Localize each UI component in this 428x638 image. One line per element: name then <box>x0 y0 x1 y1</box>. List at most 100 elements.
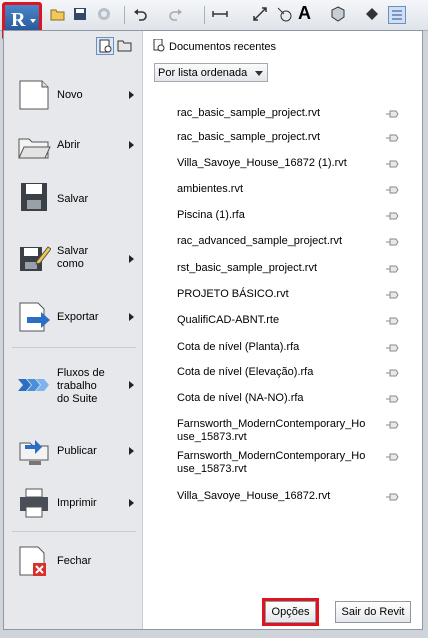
recent-file-name: rac_basic_sample_project.rvt <box>177 131 321 143</box>
text-icon[interactable]: A <box>298 3 311 23</box>
menu-item-print[interactable]: Imprimir <box>4 483 142 525</box>
spot-elevation-icon[interactable] <box>276 6 292 22</box>
revit-logo-icon: R <box>11 9 26 31</box>
menu-item-save[interactable]: Salvar <box>4 179 142 219</box>
pin-icon[interactable] <box>385 290 399 300</box>
document-clock-icon <box>153 38 165 52</box>
sort-order-value: Por lista ordenada <box>158 67 248 79</box>
recent-documents-icon[interactable] <box>96 37 114 55</box>
sort-order-select[interactable]: Por lista ordenada <box>154 63 268 82</box>
recent-documents-panel: Documentos recentes Por lista ordenada r… <box>143 31 422 629</box>
menu-item-new[interactable]: Novo <box>4 75 142 115</box>
pin-icon[interactable] <box>385 159 399 169</box>
menu-item-close[interactable]: Fechar <box>4 541 142 583</box>
pin-icon[interactable] <box>385 420 399 430</box>
submenu-arrow-icon <box>129 381 134 389</box>
recent-file-name: ambientes.rvt <box>177 183 244 195</box>
menu-label-export: Exportar <box>57 311 99 323</box>
menu-label-suite-line3: do Suite <box>57 393 98 405</box>
save-icon[interactable] <box>72 6 88 22</box>
menu-item-suite-workflows[interactable]: Fluxos de trabalho do Suite <box>4 361 142 409</box>
recent-file-name: rac_basic_sample_project.rvt <box>177 107 321 119</box>
menu-item-export[interactable]: Exportar <box>4 297 142 337</box>
menu-label-save: Salvar <box>57 193 89 205</box>
publish-icon <box>19 440 49 465</box>
dropdown-arrow-icon <box>30 19 36 23</box>
pin-icon[interactable] <box>385 492 399 502</box>
recent-file-name: Cota de nível (NA-NO).rfa <box>177 392 304 404</box>
menu-label-publish: Publicar <box>57 445 97 457</box>
pin-icon[interactable] <box>385 316 399 326</box>
pin-icon[interactable] <box>385 343 399 353</box>
menu-label-save-as-line1: Salvar <box>57 245 89 257</box>
pin-icon[interactable] <box>385 452 399 462</box>
recent-file-name: Villa_Savoye_House_16872 (1).rvt <box>177 157 347 169</box>
redo-icon[interactable] <box>168 6 184 22</box>
recent-documents-header: Documentos recentes <box>153 38 276 53</box>
open-folder-icon[interactable] <box>50 6 66 22</box>
options-button[interactable]: Opções <box>262 598 319 626</box>
submenu-arrow-icon <box>129 499 134 507</box>
recent-file-name: Cota de nível (Planta).rfa <box>177 341 300 353</box>
pin-icon[interactable] <box>385 394 399 404</box>
close-document-icon <box>19 546 46 576</box>
sync-icon[interactable] <box>96 6 112 22</box>
menu-label-close: Fechar <box>57 555 92 567</box>
application-menu: Novo Abrir Salvar Salvar como Exportar F… <box>3 30 423 630</box>
new-document-icon <box>19 80 49 110</box>
exit-revit-button-label: Sair do Revit <box>341 606 405 618</box>
menu-item-publish[interactable]: Publicar <box>4 431 142 473</box>
application-menu-commands: Novo Abrir Salvar Salvar como Exportar F… <box>4 31 143 629</box>
options-button-label: Opções <box>271 606 310 618</box>
submenu-arrow-icon <box>129 141 134 149</box>
pin-icon[interactable] <box>385 368 399 378</box>
suite-workflows-icon <box>18 379 49 391</box>
recent-file-name: Villa_Savoye_House_16872.rvt <box>177 490 331 502</box>
submenu-arrow-icon <box>129 255 134 263</box>
recent-file-name: Farnsworth_ModernContemporary_Ho <box>177 418 366 430</box>
aligned-dimension-icon[interactable] <box>252 6 268 22</box>
menu-view-toggle <box>4 31 142 61</box>
save-disk-icon <box>21 183 47 211</box>
3d-view-icon[interactable] <box>330 6 346 22</box>
recent-file-name: Cota de nível (Elevação).rfa <box>177 366 314 378</box>
pin-icon[interactable] <box>385 211 399 221</box>
open-folder-icon <box>18 138 51 159</box>
open-documents-icon[interactable] <box>117 37 133 53</box>
pin-icon[interactable] <box>385 185 399 195</box>
pin-icon[interactable] <box>385 264 399 274</box>
export-icon <box>19 302 50 332</box>
menu-label-new: Novo <box>57 89 83 101</box>
recent-file-name: use_15873.rvt <box>177 463 247 475</box>
menu-label-open: Abrir <box>57 139 81 151</box>
pin-icon[interactable] <box>385 109 399 119</box>
recent-file-name: PROJETO BÁSICO.rvt <box>177 288 289 300</box>
menu-item-save-as[interactable]: Salvar como <box>4 235 142 281</box>
exit-revit-button[interactable]: Sair do Revit <box>335 601 411 623</box>
menu-label-suite-line2: trabalho <box>57 380 97 392</box>
chevron-down-icon <box>255 71 263 76</box>
menu-label-print: Imprimir <box>57 497 97 509</box>
recent-documents-title: Documentos recentes <box>169 41 276 53</box>
submenu-arrow-icon <box>129 313 134 321</box>
recent-file-name: QualifiCAD-ABNT.rte <box>177 314 280 326</box>
quick-access-toolbar: R A <box>0 0 428 40</box>
measure-icon[interactable] <box>212 6 228 22</box>
recent-file-name: Farnsworth_ModernContemporary_Ho <box>177 450 366 462</box>
recent-file-name: rst_basic_sample_project.rvt <box>177 262 318 274</box>
section-icon[interactable] <box>364 6 380 22</box>
recent-file-name: use_15873.rvt <box>177 431 247 443</box>
recent-file-name: Piscina (1).rfa <box>177 209 245 221</box>
submenu-arrow-icon <box>129 447 134 455</box>
pin-icon[interactable] <box>385 237 399 247</box>
printer-icon <box>20 488 48 518</box>
menu-label-save-as-line2: como <box>57 258 84 270</box>
menu-item-open[interactable]: Abrir <box>4 127 142 167</box>
pin-icon[interactable] <box>385 133 399 143</box>
submenu-arrow-icon <box>129 91 134 99</box>
thin-lines-icon[interactable] <box>388 6 406 24</box>
save-as-icon <box>20 246 51 271</box>
menu-label-suite-line1: Fluxos de <box>57 367 105 379</box>
recent-file-name: rac_advanced_sample_project.rvt <box>177 235 343 247</box>
undo-icon[interactable] <box>132 6 148 22</box>
